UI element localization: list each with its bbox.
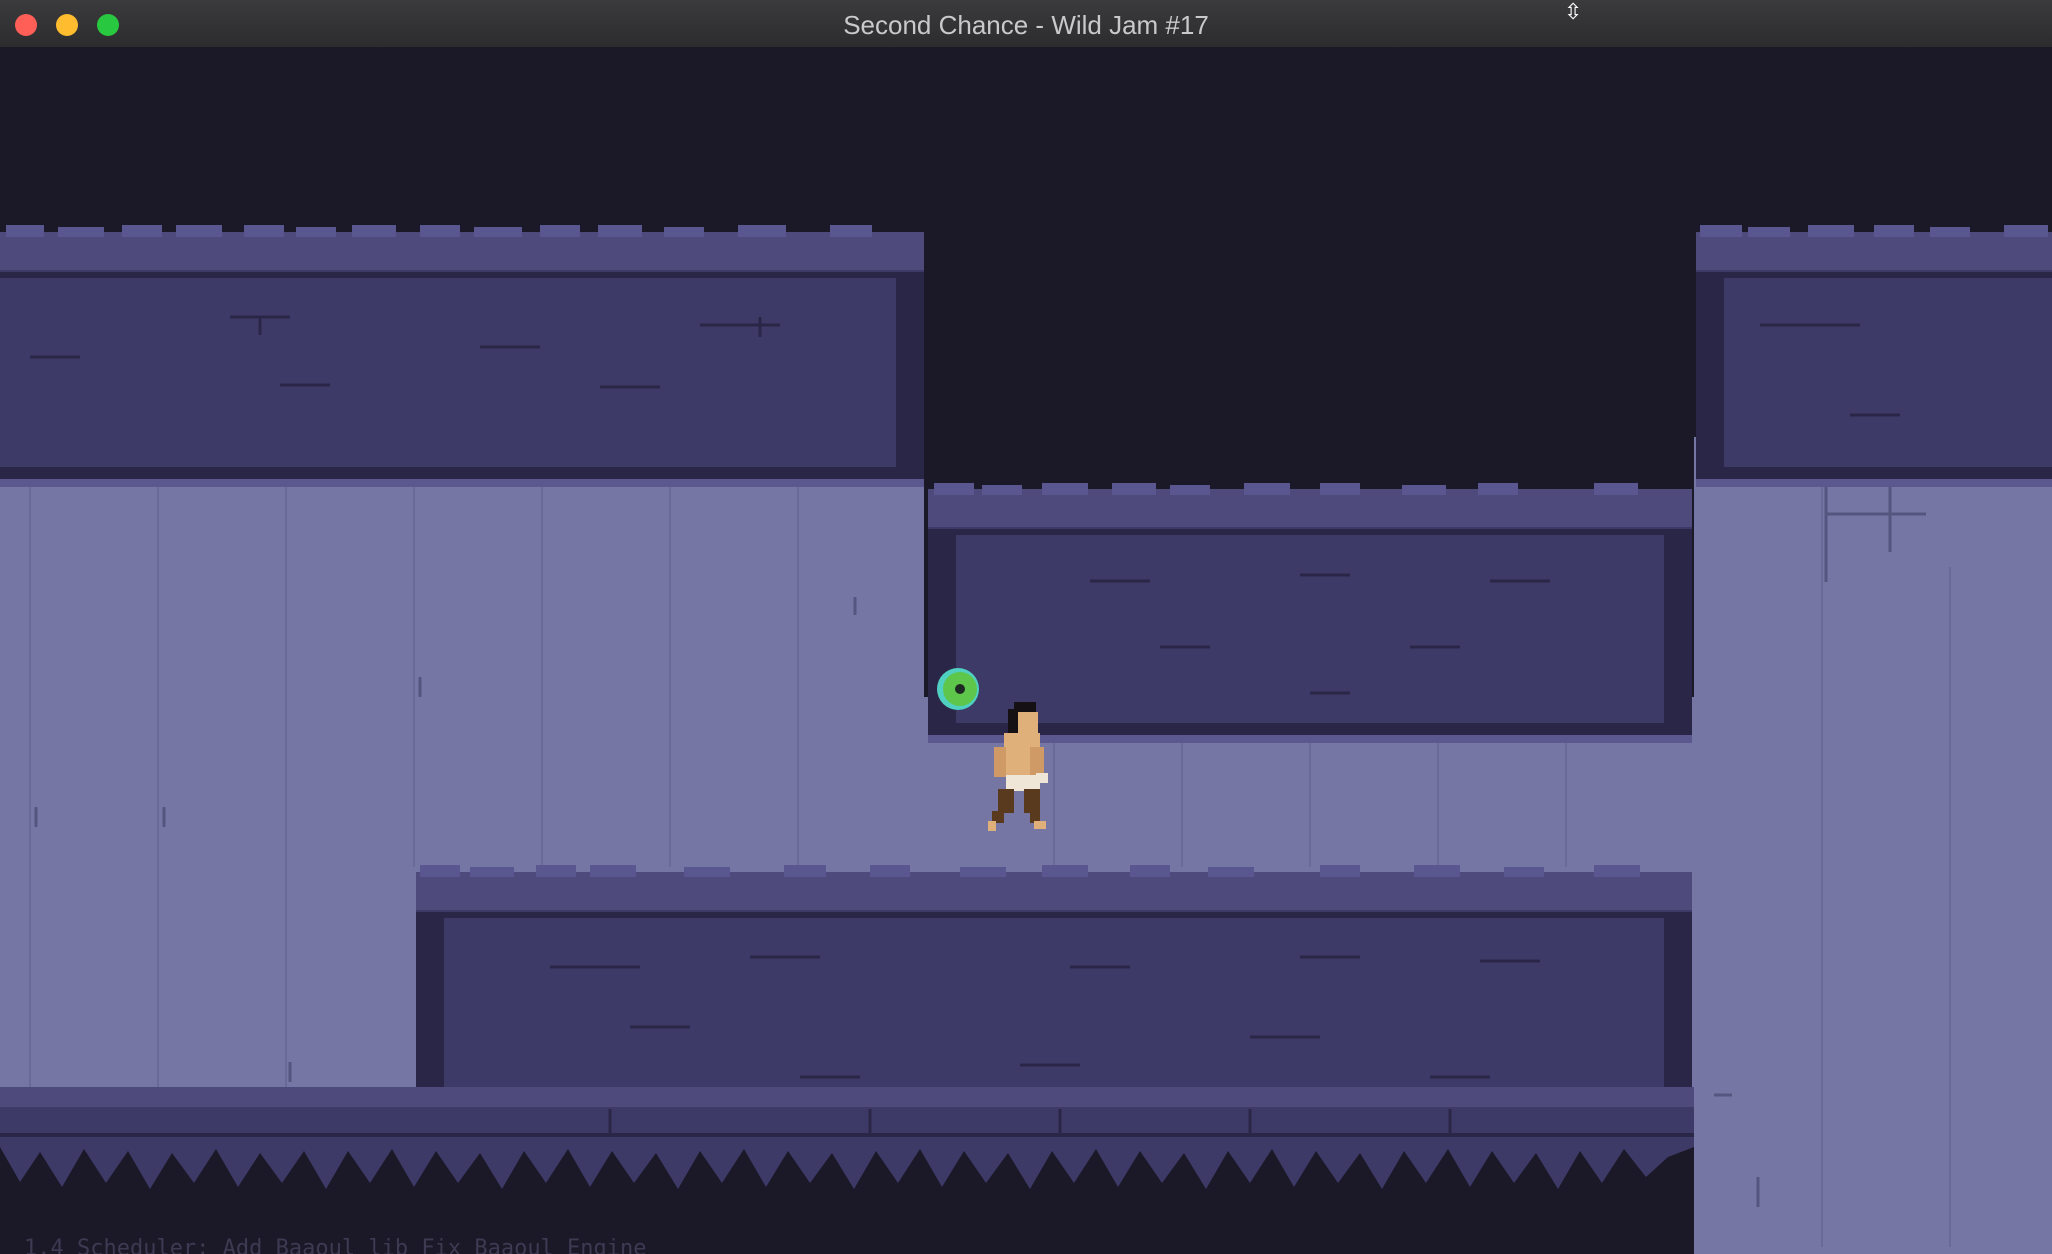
stone-block-upper-right	[1696, 232, 2052, 487]
game-scene	[0, 47, 2052, 1254]
mouse-cursor-icon: ⇳	[1564, 0, 1583, 25]
checkpoint-orb-icon[interactable]	[937, 668, 979, 710]
game-viewport[interactable]	[0, 47, 2052, 1254]
background-console-text: 1.4 Scheduler: Add Baaoul lib Fix Baaoul…	[24, 1236, 647, 1254]
game-window: Second Chance - Wild Jam #17 ⇳ 1.4 Sched…	[0, 0, 2052, 1254]
stone-block-upper-left	[0, 232, 924, 487]
window-title: Second Chance - Wild Jam #17	[843, 10, 1209, 40]
stone-block-middle	[928, 489, 1692, 743]
title-bar[interactable]: Second Chance - Wild Jam #17 ⇳	[0, 0, 2052, 48]
